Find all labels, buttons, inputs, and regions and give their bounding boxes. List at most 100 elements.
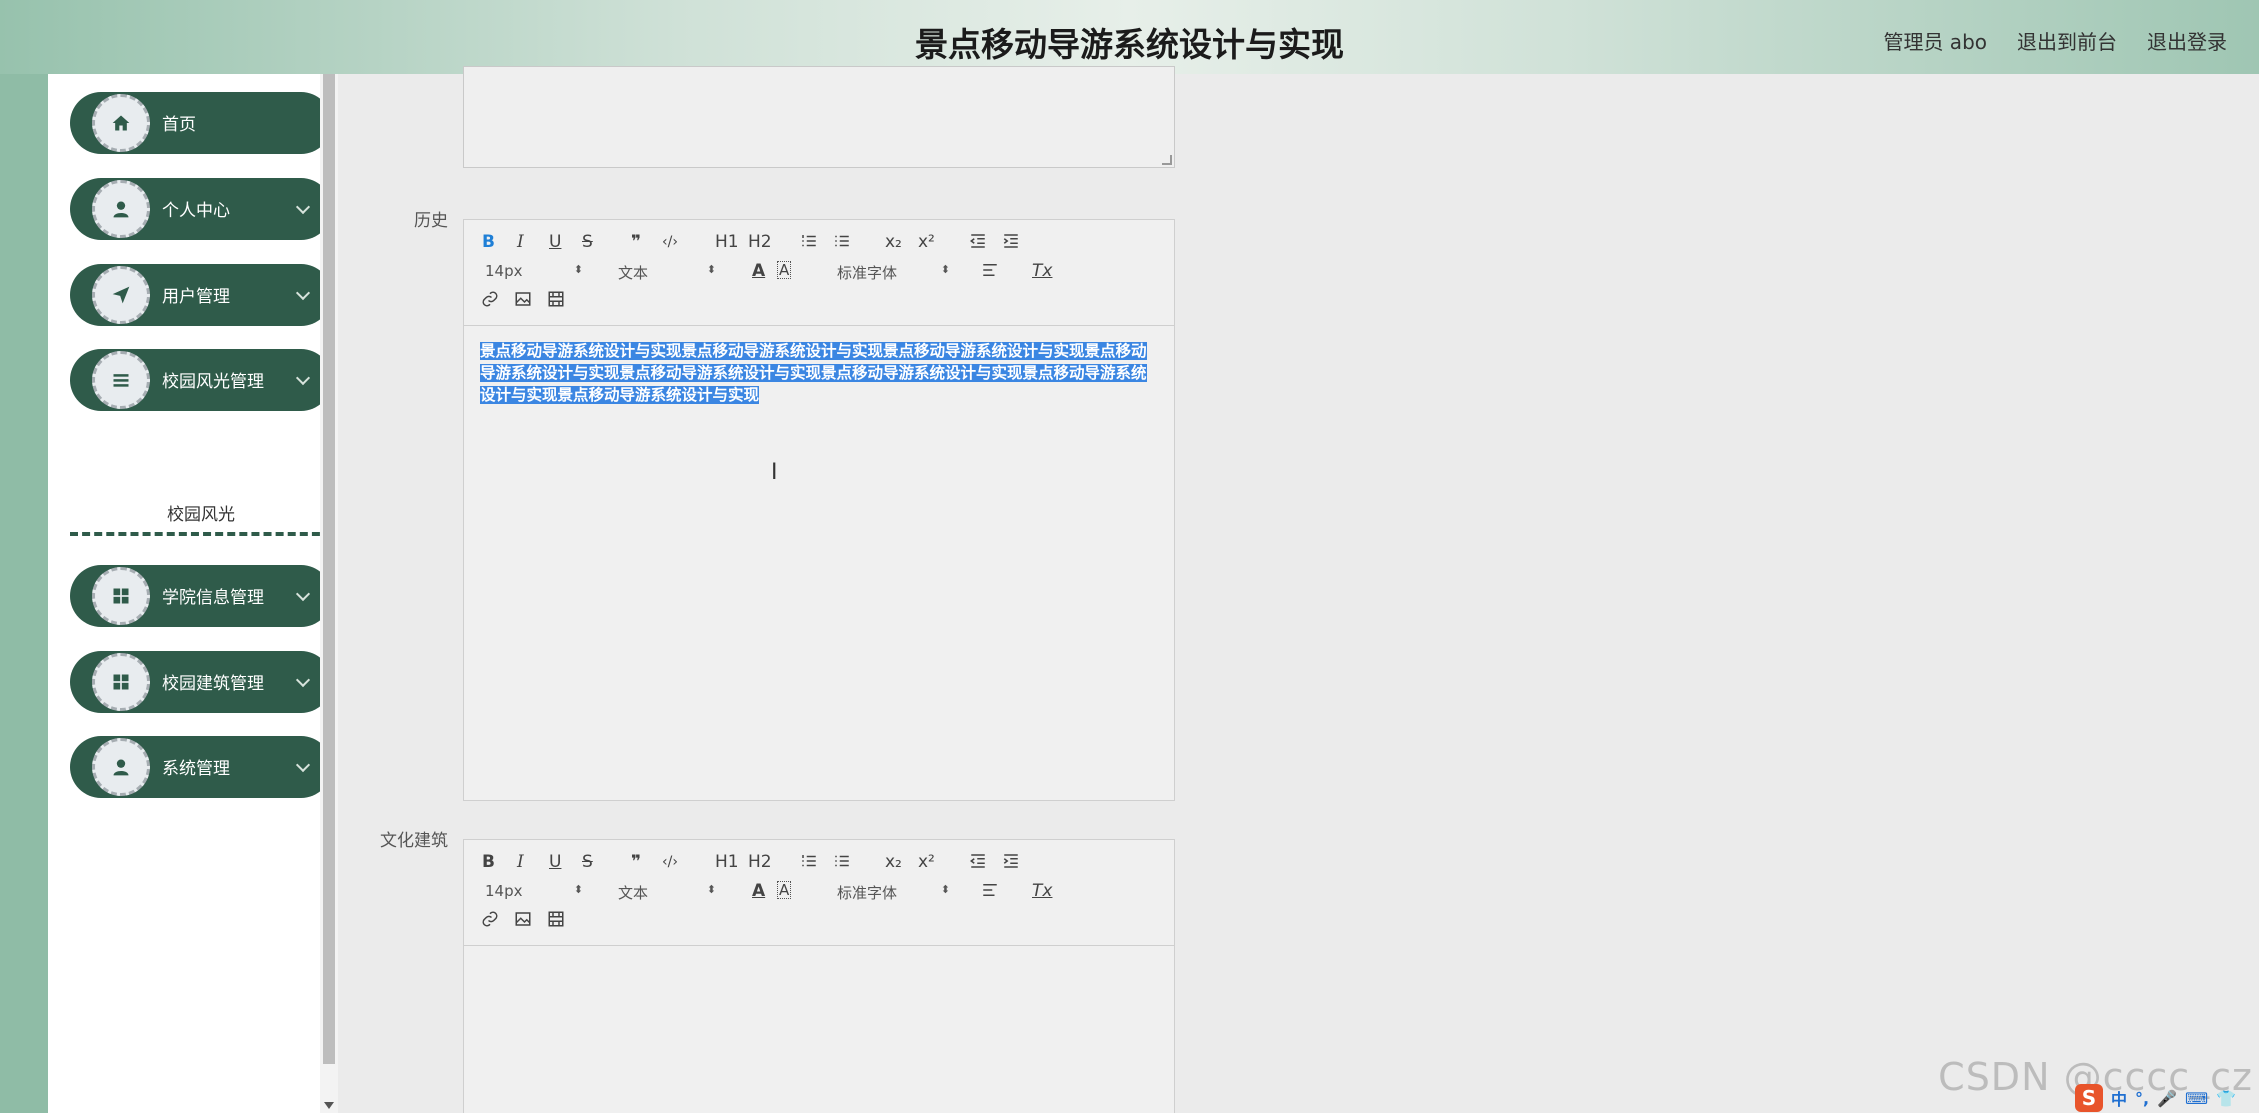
- sidebar-subitem-label: 校园风光: [167, 505, 235, 525]
- bold-button[interactable]: B: [482, 852, 495, 872]
- chevron-down-icon: [295, 672, 311, 688]
- sidebar-subitem-campus-scenery[interactable]: 校园风光: [70, 488, 332, 536]
- h2-button[interactable]: H2: [748, 852, 772, 872]
- font-family-select[interactable]: 标准字体 ⬍: [837, 262, 950, 283]
- select-arrow-icon: ⬍: [573, 883, 583, 896]
- indent-icon[interactable]: [1002, 232, 1020, 255]
- superscript-button[interactable]: x²: [918, 232, 935, 252]
- sidebar-item-home[interactable]: 首页: [70, 92, 332, 154]
- font-color-icon[interactable]: A: [752, 881, 765, 901]
- history-editor[interactable]: B I U S ❞ ‹/› H1 H2 x₂ x² 14px ⬍ 文本 ⬍ A A …: [463, 219, 1175, 801]
- bullet-list-icon[interactable]: [833, 232, 851, 255]
- sidebar-item-college-info-management[interactable]: 学院信息管理: [70, 565, 332, 627]
- culture-editor-content[interactable]: [464, 946, 1174, 1113]
- chevron-down-icon: [295, 757, 311, 773]
- italic-button[interactable]: I: [517, 852, 524, 872]
- ime-punctuation-icon[interactable]: °,: [2135, 1089, 2149, 1108]
- image-icon[interactable]: [514, 910, 532, 933]
- image-icon[interactable]: [514, 290, 532, 313]
- video-icon[interactable]: [547, 910, 565, 933]
- history-editor-content[interactable]: 景点移动导游系统设计与实现景点移动导游系统设计与实现景点移动导游系统设计与实现景…: [464, 326, 1174, 800]
- font-size-select[interactable]: 14px ⬍: [485, 262, 583, 280]
- chevron-down-icon: [295, 285, 311, 301]
- sidebar-item-campus-building-management[interactable]: 校园建筑管理: [70, 651, 332, 713]
- ime-tray: S 中 °, 🎤 ⌨ 👕: [2069, 1083, 2259, 1113]
- history-editor-toolbar: B I U S ❞ ‹/› H1 H2 x₂ x² 14px ⬍ 文本 ⬍ A A …: [464, 220, 1174, 326]
- logout-link[interactable]: 退出登录: [2147, 26, 2227, 55]
- align-icon[interactable]: [981, 881, 999, 904]
- blockquote-button[interactable]: ❞: [631, 852, 641, 872]
- subscript-button[interactable]: x₂: [885, 852, 902, 872]
- link-icon[interactable]: [481, 910, 499, 933]
- h2-button[interactable]: H2: [748, 232, 772, 252]
- code-button[interactable]: ‹/›: [662, 852, 678, 872]
- header-links: 管理员 abo 退出到前台 退出登录: [1883, 26, 2227, 55]
- font-family-select[interactable]: 标准字体 ⬍: [837, 882, 950, 903]
- user-icon: [92, 180, 150, 238]
- underline-button[interactable]: U: [549, 852, 561, 872]
- font-family-value: 标准字体: [837, 884, 898, 902]
- sidebar-item-label: 个人中心: [162, 201, 230, 221]
- main-content: 历史 B I U S ❞ ‹/› H1 H2 x₂ x² 14px ⬍ 文本 ⬍ A: [338, 66, 2259, 1113]
- video-icon[interactable]: [547, 290, 565, 313]
- bold-button[interactable]: B: [482, 232, 495, 252]
- font-family-value: 标准字体: [837, 264, 898, 282]
- sidebar-item-campus-scenery-management[interactable]: 校园风光管理: [70, 349, 332, 411]
- link-icon[interactable]: [481, 290, 499, 313]
- sogou-ime-icon[interactable]: S: [2075, 1084, 2103, 1112]
- select-arrow-icon: ⬍: [940, 263, 950, 276]
- back-to-front-link[interactable]: 退出到前台: [2017, 26, 2117, 55]
- scroll-down-arrow-icon[interactable]: [324, 1102, 334, 1109]
- ordered-list-icon[interactable]: [800, 232, 818, 255]
- subscript-button[interactable]: x₂: [885, 232, 902, 252]
- sidebar-scrollbar[interactable]: [320, 74, 338, 1113]
- clean-format-button[interactable]: Tx: [1032, 261, 1052, 281]
- skin-icon[interactable]: 👕: [2216, 1089, 2236, 1108]
- header-select[interactable]: 文本 ⬍: [618, 262, 716, 283]
- list-icon: [92, 351, 150, 409]
- outdent-icon[interactable]: [969, 852, 987, 875]
- superscript-button[interactable]: x²: [918, 852, 935, 872]
- previous-textarea[interactable]: [463, 66, 1175, 168]
- indent-icon[interactable]: [1002, 852, 1020, 875]
- outdent-icon[interactable]: [969, 232, 987, 255]
- keyboard-icon[interactable]: ⌨: [2185, 1089, 2208, 1108]
- resize-handle-icon[interactable]: [1162, 155, 1172, 165]
- align-icon[interactable]: [981, 261, 999, 284]
- culture-building-editor[interactable]: B I U S ❞ ‹/› H1 H2 x₂ x² 14px ⬍ 文本 ⬍ A A …: [463, 839, 1175, 1113]
- blockquote-button[interactable]: ❞: [631, 232, 641, 252]
- clean-format-button[interactable]: Tx: [1032, 881, 1052, 901]
- header-select[interactable]: 文本 ⬍: [618, 882, 716, 903]
- sidebar-item-label: 校园建筑管理: [162, 674, 264, 694]
- background-color-icon[interactable]: A: [777, 261, 792, 279]
- italic-button[interactable]: I: [517, 232, 524, 252]
- home-icon: [92, 94, 150, 152]
- bullet-list-icon[interactable]: [833, 852, 851, 875]
- history-label: 历史: [414, 211, 448, 231]
- sidebar-item-label: 校园风光管理: [162, 372, 264, 392]
- strike-button[interactable]: S: [582, 232, 593, 252]
- h1-button[interactable]: H1: [715, 852, 739, 872]
- font-color-icon[interactable]: A: [752, 261, 765, 281]
- select-arrow-icon: ⬍: [573, 263, 583, 276]
- ordered-list-icon[interactable]: [800, 852, 818, 875]
- sidebar-item-system-management[interactable]: 系统管理: [70, 736, 332, 798]
- text-cursor-icon: I: [771, 460, 778, 485]
- sidebar-item-personal-center[interactable]: 个人中心: [70, 178, 332, 240]
- scrollbar-thumb[interactable]: [323, 74, 335, 1064]
- background-color-icon[interactable]: A: [777, 881, 792, 899]
- font-size-select[interactable]: 14px ⬍: [485, 882, 583, 900]
- admin-user-label: 管理员 abo: [1883, 30, 1987, 54]
- sidebar-item-label: 用户管理: [162, 287, 230, 307]
- top-header: 景点移动导游系统设计与实现 管理员 abo 退出到前台 退出登录: [0, 0, 2259, 74]
- sidebar: 首页 个人中心 用户管理 校园风光管理 校园风光 学院信息管理 校园建筑管理 系…: [48, 74, 332, 1113]
- code-button[interactable]: ‹/›: [662, 232, 678, 252]
- ime-language-indicator[interactable]: 中: [2111, 1086, 2127, 1110]
- microphone-icon[interactable]: 🎤: [2157, 1089, 2177, 1108]
- strike-button[interactable]: S: [582, 852, 593, 872]
- history-selected-text[interactable]: 景点移动导游系统设计与实现景点移动导游系统设计与实现景点移动导游系统设计与实现景…: [480, 340, 1152, 406]
- underline-button[interactable]: U: [549, 232, 561, 252]
- grid-icon: [92, 567, 150, 625]
- sidebar-item-user-management[interactable]: 用户管理: [70, 264, 332, 326]
- h1-button[interactable]: H1: [715, 232, 739, 252]
